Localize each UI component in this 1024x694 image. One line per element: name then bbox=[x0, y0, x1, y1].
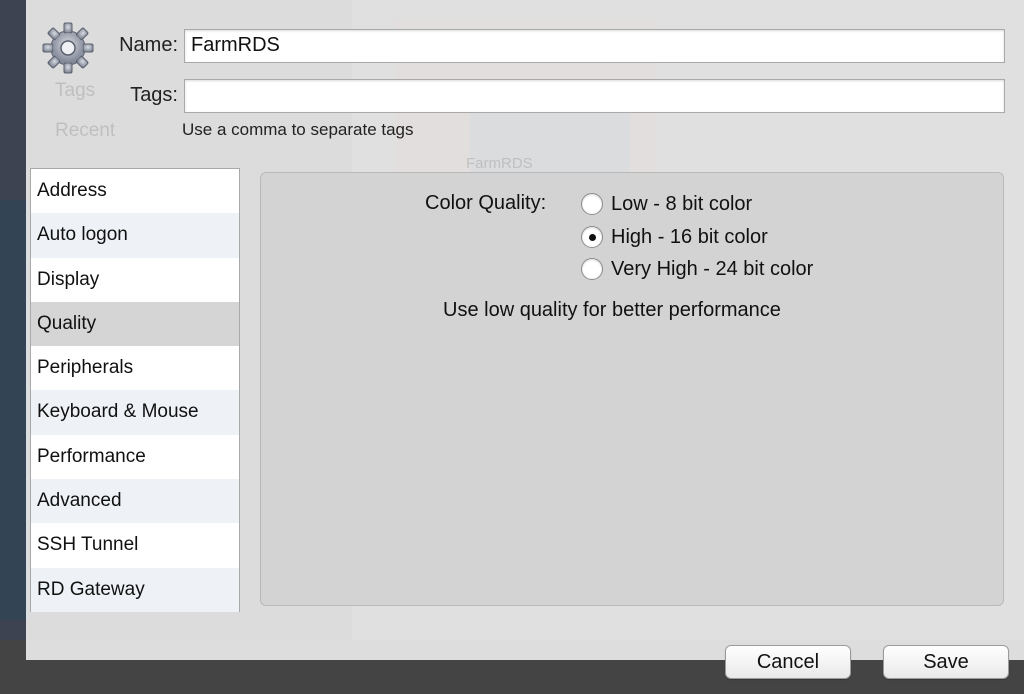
ghost-text-tile: FarmRDS bbox=[466, 155, 533, 172]
tags-hint: Use a comma to separate tags bbox=[182, 120, 414, 139]
ghost-text-tags: Tags bbox=[55, 80, 96, 101]
radio-label-very-high[interactable]: Very High - 24 bit color bbox=[611, 258, 813, 281]
settings-category-list: Address Auto logon Display Quality Perip… bbox=[30, 168, 240, 612]
tags-label: Tags: bbox=[130, 84, 178, 106]
radio-label-high[interactable]: High - 16 bit color bbox=[611, 226, 768, 249]
sidebar-item-quality[interactable]: Quality bbox=[31, 301, 239, 347]
performance-note: Use low quality for better performance bbox=[443, 299, 781, 321]
radio-button-very-high[interactable] bbox=[581, 258, 603, 280]
radio-button-low[interactable] bbox=[581, 193, 603, 215]
radio-label-low[interactable]: Low - 8 bit color bbox=[611, 193, 752, 216]
save-button[interactable]: Save bbox=[883, 645, 1009, 679]
sidebar-item-display[interactable]: Display bbox=[31, 258, 239, 302]
sidebar-item-peripherals[interactable]: Peripherals bbox=[31, 346, 239, 390]
tags-field[interactable] bbox=[184, 79, 1005, 113]
cancel-button[interactable]: Cancel bbox=[725, 645, 851, 679]
sidebar-item-performance[interactable]: Performance bbox=[31, 435, 239, 479]
radio-button-high[interactable] bbox=[581, 226, 603, 248]
color-quality-label: Color Quality: bbox=[425, 192, 547, 214]
name-field[interactable]: FarmRDS bbox=[184, 29, 1005, 63]
sidebar-item-auto-logon[interactable]: Auto logon bbox=[31, 213, 239, 258]
sidebar-item-rd-gateway[interactable]: RD Gateway bbox=[31, 567, 239, 612]
sidebar-item-address[interactable]: Address bbox=[31, 169, 239, 213]
radio-option-high[interactable]: High - 16 bit color bbox=[581, 223, 768, 251]
gear-icon bbox=[42, 22, 94, 74]
ghost-text-recent: Recent bbox=[55, 120, 116, 141]
sidebar-item-advanced[interactable]: Advanced bbox=[31, 479, 239, 524]
sidebar-item-keyboard-mouse[interactable]: Keyboard & Mouse bbox=[31, 390, 239, 435]
radio-option-low[interactable]: Low - 8 bit color bbox=[581, 190, 752, 218]
radio-option-very-high[interactable]: Very High - 24 bit color bbox=[581, 255, 813, 283]
sidebar-item-ssh-tunnel[interactable]: SSH Tunnel bbox=[31, 523, 239, 567]
name-label: Name: bbox=[119, 34, 178, 56]
